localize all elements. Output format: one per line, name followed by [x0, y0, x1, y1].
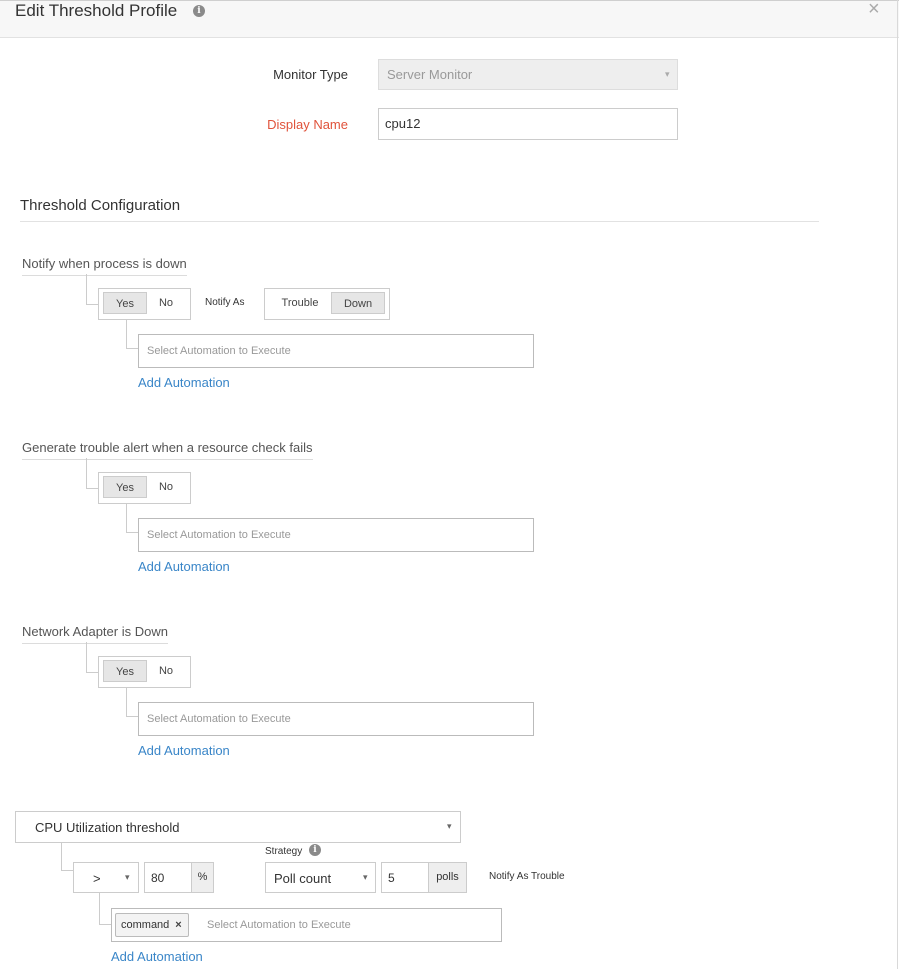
strategy-label: Strategy — [265, 846, 303, 857]
rule-label: Generate trouble alert when a resource c… — [22, 440, 313, 460]
modal-right-border — [897, 0, 898, 969]
section-divider — [20, 221, 819, 222]
tree-connector — [86, 458, 87, 489]
monitor-type-value: Server Monitor — [387, 67, 473, 82]
tree-connector — [86, 672, 98, 673]
tree-connector — [126, 504, 127, 533]
metric-select[interactable]: CPU Utilization threshold ▾ — [15, 811, 461, 843]
tree-connector — [126, 348, 138, 349]
yes-no-toggle: Yes No — [98, 656, 191, 688]
tree-connector — [99, 924, 111, 925]
unit-addon: % — [191, 862, 214, 893]
tree-connector — [86, 642, 87, 673]
tree-connector — [86, 274, 87, 305]
strategy-select[interactable]: Poll count ▾ — [265, 862, 376, 893]
display-name-input[interactable]: cpu12 — [378, 108, 678, 140]
automation-tag: command × — [115, 913, 189, 937]
chevron-down-icon: ▾ — [665, 69, 670, 79]
monitor-type-select: Server Monitor ▾ — [378, 59, 678, 90]
add-automation-link[interactable]: Add Automation — [138, 559, 230, 574]
notify-as-trouble-label: Notify As Trouble — [489, 871, 565, 882]
operator-select[interactable]: > ▾ — [73, 862, 139, 893]
automation-placeholder: Select Automation to Execute — [207, 919, 351, 931]
monitor-type-label: Monitor Type — [273, 67, 348, 82]
tree-connector — [61, 843, 62, 871]
strategy-value: Poll count — [274, 871, 332, 886]
yes-no-toggle: Yes No — [98, 288, 191, 320]
add-automation-link[interactable]: Add Automation — [138, 743, 230, 758]
no-button[interactable]: No — [149, 476, 183, 498]
down-button[interactable]: Down — [331, 292, 385, 314]
automation-select[interactable]: Select Automation to Execute — [138, 334, 534, 368]
yes-button[interactable]: Yes — [103, 660, 147, 682]
polls-addon: polls — [428, 862, 467, 893]
trouble-button[interactable]: Trouble — [273, 292, 327, 314]
section-title: Threshold Configuration — [20, 197, 181, 214]
tree-connector — [61, 870, 73, 871]
add-automation-link[interactable]: Add Automation — [138, 375, 230, 390]
no-button[interactable]: No — [149, 660, 183, 682]
chevron-down-icon: ▾ — [125, 872, 130, 882]
close-icon[interactable]: × — [868, 0, 880, 19]
tree-connector — [86, 304, 98, 305]
chevron-down-icon: ▾ — [363, 872, 368, 882]
notify-as-toggle: Trouble Down — [264, 288, 390, 320]
polls-input[interactable]: 5 — [381, 862, 430, 893]
rule-label: Network Adapter is Down — [22, 624, 168, 644]
automation-select[interactable]: Select Automation to Execute — [138, 518, 534, 552]
yes-no-toggle: Yes No — [98, 472, 191, 504]
tree-connector — [86, 488, 98, 489]
automation-select[interactable]: command × Select Automation to Execute — [111, 908, 502, 942]
tree-connector — [126, 716, 138, 717]
metric-value: CPU Utilization threshold — [35, 820, 180, 835]
no-button[interactable]: No — [149, 292, 183, 314]
display-name-label: Display Name — [267, 117, 348, 132]
tree-connector — [126, 320, 127, 349]
notify-as-label: Notify As — [205, 297, 245, 308]
info-icon[interactable]: i — [193, 5, 205, 17]
tree-connector — [99, 893, 100, 925]
tag-label: command — [121, 919, 170, 931]
automation-select[interactable]: Select Automation to Execute — [138, 702, 534, 736]
chevron-down-icon: ▾ — [447, 821, 452, 831]
remove-tag-icon[interactable]: × — [175, 919, 181, 931]
add-automation-link[interactable]: Add Automation — [111, 949, 203, 964]
yes-button[interactable]: Yes — [103, 292, 147, 314]
tree-connector — [126, 532, 138, 533]
modal-header: Edit Threshold Profile i × — [0, 0, 899, 38]
threshold-value-input[interactable]: 80 — [144, 862, 192, 893]
tree-connector — [126, 688, 127, 717]
rule-label: Notify when process is down — [22, 256, 187, 276]
modal-title: Edit Threshold Profile — [15, 1, 178, 20]
operator-value: > — [93, 871, 101, 886]
info-icon[interactable]: i — [309, 844, 321, 856]
yes-button[interactable]: Yes — [103, 476, 147, 498]
